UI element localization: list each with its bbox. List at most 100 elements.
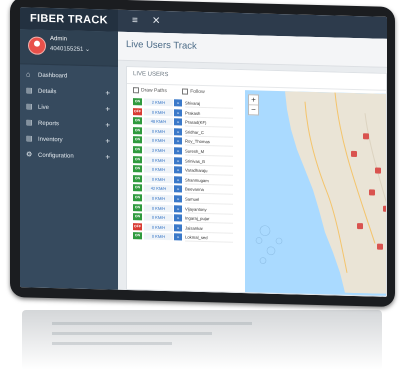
map-island	[255, 237, 263, 244]
zoom-out-button[interactable]: −	[249, 104, 258, 115]
speed-value: 42 KM/H	[144, 184, 173, 193]
locate-user-icon[interactable]: ⌖	[174, 176, 182, 184]
status-badge: ON	[133, 126, 142, 135]
user-row[interactable]: ON 0 KM/H ⌖ Lokmal_sed	[133, 231, 237, 244]
sidebar-item-label: Reports	[38, 120, 60, 128]
locate-user-icon[interactable]: ⌖	[174, 128, 182, 136]
map-island	[259, 257, 267, 264]
status-badge: ON	[133, 98, 142, 106]
map-canvas	[255, 91, 386, 295]
sidebar-item-label: Dashboard	[38, 72, 68, 80]
map-marker-icon[interactable]	[383, 205, 386, 212]
speed-value: 0 KM/H	[144, 203, 173, 212]
live-users-card: LIVE USERS Draw Paths Follow ON 2 KM/H ⌖ Sh…	[126, 65, 387, 297]
locate-user-icon[interactable]: ⌖	[174, 137, 182, 145]
avatar	[28, 36, 46, 55]
map-marker-icon[interactable]	[357, 223, 363, 230]
status-badge: ON	[133, 155, 142, 163]
map-zoom-control: + −	[248, 94, 259, 116]
user-name: Admin	[50, 36, 68, 43]
main-content: Live Users Track LIVE USERS Draw Paths F…	[118, 31, 387, 297]
follow-checkbox[interactable]: Follow	[182, 88, 205, 95]
expand-icon[interactable]: +	[105, 85, 110, 101]
reflection-stripe	[52, 322, 252, 325]
locate-user-icon[interactable]: ⌖	[174, 147, 182, 155]
list-icon: ▤	[26, 119, 33, 127]
map-marker-icon[interactable]	[377, 243, 383, 250]
status-badge: ON	[133, 232, 142, 240]
user-panel[interactable]: Admin 4040155251 ⌄	[20, 29, 118, 67]
sidebar-item-label: Configuration	[38, 152, 74, 160]
speed-value: 0 KM/H	[144, 127, 173, 136]
speed-value: 0 KM/H	[144, 223, 173, 231]
status-badge: ON	[133, 174, 142, 183]
map-marker-icon[interactable]	[375, 167, 381, 174]
fullscreen-icon[interactable]: ✕	[152, 15, 160, 29]
sidebar: Admin 4040155251 ⌄ ⌂ Dashboard ▤ Details…	[20, 29, 118, 290]
user-name[interactable]: Lokmal_sed	[185, 233, 233, 244]
draw-paths-checkbox[interactable]: Draw Paths	[133, 87, 167, 94]
locate-user-icon[interactable]: ⌖	[174, 185, 182, 193]
home-icon: ⌂	[26, 71, 31, 79]
speed-value: 0 KM/H	[144, 108, 173, 116]
status-badge: ON	[133, 184, 142, 192]
map-view[interactable]: + −	[245, 90, 386, 296]
speed-value: 0 KM/H	[144, 156, 173, 164]
speed-value: 3 KM/H	[144, 146, 173, 155]
app-screen: FIBER TRACK ≡ ✕ Admin 4040155251 ⌄ ⌂ Das…	[20, 7, 387, 297]
locate-user-icon[interactable]: ⌖	[174, 118, 182, 126]
speed-value: 0 KM/H	[144, 136, 173, 145]
user-list: ON 2 KM/H ⌖ Shivaraj OFF 0 KM/H ⌖ Prakash ON 48 K…	[133, 97, 237, 244]
locate-user-icon[interactable]: ⌖	[174, 156, 182, 165]
menu-toggle-icon[interactable]: ≡	[132, 14, 138, 28]
status-badge: ON	[133, 165, 142, 173]
speed-value: 0 KM/H	[144, 165, 173, 174]
list-icon: ▤	[26, 135, 33, 143]
status-badge: ON	[133, 136, 142, 144]
page-title: Live Users Track	[126, 38, 197, 52]
tablet-frame: FIBER TRACK ≡ ✕ Admin 4040155251 ⌄ ⌂ Das…	[10, 0, 395, 308]
locate-user-icon[interactable]: ⌖	[174, 233, 182, 241]
locate-user-icon[interactable]: ⌖	[174, 99, 182, 107]
locate-user-icon[interactable]: ⌖	[174, 223, 182, 232]
locate-user-icon[interactable]: ⌖	[174, 108, 182, 117]
speed-value: 0 KM/H	[144, 232, 173, 241]
speed-value: 0 KM/H	[144, 213, 173, 222]
checkbox-icon	[133, 87, 139, 94]
zoom-in-button[interactable]: +	[249, 95, 258, 104]
card-title: LIVE USERS	[133, 71, 169, 79]
speed-value: 0 KM/H	[144, 194, 173, 203]
status-badge: ON	[133, 213, 142, 221]
list-icon: ▤	[26, 87, 33, 95]
status-badge: ON	[133, 203, 142, 211]
expand-icon[interactable]: +	[105, 117, 110, 133]
reflection-stripe	[52, 342, 172, 345]
locate-user-icon[interactable]: ⌖	[174, 195, 182, 203]
gear-icon: ⚙	[26, 151, 33, 159]
reflection-stripe	[52, 332, 212, 335]
speed-value: 0 KM/H	[144, 175, 173, 183]
status-badge: ON	[133, 194, 142, 202]
map-marker-icon[interactable]	[369, 189, 375, 196]
locate-user-icon[interactable]: ⌖	[174, 166, 182, 174]
expand-icon[interactable]: +	[105, 149, 110, 165]
sidebar-item-label: Inventory	[38, 136, 63, 144]
map-island	[275, 237, 283, 245]
app-brand[interactable]: FIBER TRACK	[20, 7, 118, 32]
expand-icon[interactable]: +	[105, 133, 110, 149]
expand-icon[interactable]: +	[105, 101, 110, 117]
status-badge: OFF	[133, 107, 142, 116]
status-badge: ON	[133, 117, 142, 125]
locate-user-icon[interactable]: ⌖	[174, 214, 182, 222]
map-marker-icon[interactable]	[363, 133, 369, 140]
locate-user-icon[interactable]: ⌖	[174, 204, 182, 212]
device-reflection	[22, 310, 382, 370]
map-island	[266, 246, 276, 256]
user-id[interactable]: 4040155251 ⌄	[50, 45, 90, 53]
sidebar-item-label: Live	[38, 104, 50, 111]
speed-value: 2 KM/H	[144, 98, 173, 107]
speed-value: 48 KM/H	[144, 117, 173, 126]
status-badge: ON	[133, 146, 142, 154]
sidebar-item-configuration[interactable]: ⚙ Configuration +	[20, 147, 118, 166]
map-marker-icon[interactable]	[351, 150, 357, 158]
